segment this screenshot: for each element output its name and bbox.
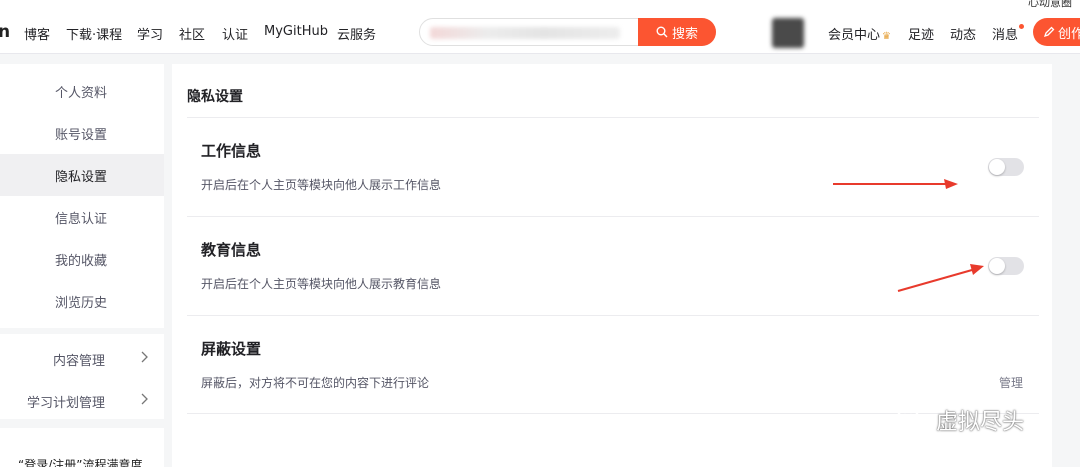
education-info-toggle[interactable] <box>988 257 1024 275</box>
search-icon <box>656 26 668 38</box>
create-button-label: 创作 <box>1058 26 1080 42</box>
create-button[interactable]: 创作 <box>1033 18 1080 46</box>
site-logo[interactable]: n <box>0 22 10 42</box>
sidebar-item-profile[interactable]: 个人资料 <box>0 70 164 112</box>
sidebar-sub-label: 学习计划管理 <box>26 396 105 411</box>
section-title-block: 屏蔽设置 <box>201 340 262 358</box>
nav-item-community[interactable]: 社区 <box>179 24 205 43</box>
chevron-right-icon <box>141 351 148 363</box>
nav-item-mygithub[interactable]: MyGitHub <box>264 24 328 39</box>
crown-icon: ♛ <box>882 31 891 42</box>
bookmarks-bar: 心动意圈 <box>0 0 1080 10</box>
nav-item-messages[interactable]: 消息 <box>992 24 1018 43</box>
message-dot-badge <box>1019 24 1024 29</box>
section-desc-work: 开启后在个人主页等模块向他人展示工作信息 <box>201 178 442 192</box>
nav-item-certification[interactable]: 认证 <box>222 24 248 43</box>
top-nav: n 博客 下载·课程 学习 社区 认证 MyGitHub 云服务 搜索 会员中心… <box>0 10 1080 54</box>
watermark: 虚拟尽头 <box>896 404 1024 436</box>
sidebar-item-content-management[interactable]: 内容管理 <box>0 338 164 378</box>
nav-item-learn[interactable]: 学习 <box>137 24 163 43</box>
sidebar-item-history[interactable]: 浏览历史 <box>0 280 164 322</box>
nav-item-vip[interactable]: 会员中心 ♛ <box>828 24 891 43</box>
sidebar-item-privacy[interactable]: 隐私设置 <box>0 154 164 196</box>
bookmark-right[interactable]: 心动意圈 <box>1028 0 1072 10</box>
search-button[interactable]: 搜索 <box>638 18 716 46</box>
search-query-blurred <box>430 27 620 39</box>
work-info-toggle[interactable] <box>988 158 1024 176</box>
sidebar-sub-label: 内容管理 <box>52 354 105 369</box>
section-desc-education: 开启后在个人主页等模块向他人展示教育信息 <box>201 277 442 291</box>
divider <box>187 315 1039 316</box>
toggle-knob <box>989 159 1005 175</box>
section-title-education: 教育信息 <box>201 241 262 259</box>
nav-item-cloud[interactable]: 云服务 <box>337 24 376 43</box>
section-title-work: 工作信息 <box>201 142 262 160</box>
vip-label: 会员中心 <box>828 28 881 43</box>
nav-item-blog[interactable]: 博客 <box>24 24 50 43</box>
nav-item-footprint[interactable]: 足迹 <box>908 24 934 43</box>
sidebar-item-verification[interactable]: 信息认证 <box>0 196 164 238</box>
wechat-icon <box>897 408 927 431</box>
page-title: 隐私设置 <box>187 89 243 105</box>
sidebar-item-account[interactable]: 账号设置 <box>0 112 164 154</box>
search-button-label: 搜索 <box>671 26 698 42</box>
nav-item-activity[interactable]: 动态 <box>950 24 976 43</box>
sidebar-item-study-plan[interactable]: 学习计划管理 <box>0 380 164 420</box>
settings-sidebar: 个人资料 账号设置 隐私设置 信息认证 我的收藏 浏览历史 内容管理 学习计划管… <box>0 64 164 419</box>
avatar[interactable] <box>772 18 804 48</box>
satisfaction-survey[interactable]: “登录/注册”流程满意度 <box>0 428 164 467</box>
section-desc-block: 屏蔽后，对方将不可在您的内容下进行评论 <box>201 376 430 390</box>
sidebar-item-favorites[interactable]: 我的收藏 <box>0 238 164 280</box>
divider <box>187 216 1039 217</box>
survey-label: “登录/注册”流程满意度 <box>18 458 143 467</box>
block-manage-link[interactable]: 管理 <box>999 374 1023 391</box>
sidebar-divider <box>0 328 164 334</box>
toggle-knob <box>989 258 1005 274</box>
nav-item-download-course[interactable]: 下载·课程 <box>66 24 122 43</box>
chevron-right-icon <box>141 393 148 405</box>
watermark-text: 虚拟尽头 <box>936 410 1025 435</box>
divider <box>187 117 1039 118</box>
pen-icon <box>1043 26 1055 38</box>
